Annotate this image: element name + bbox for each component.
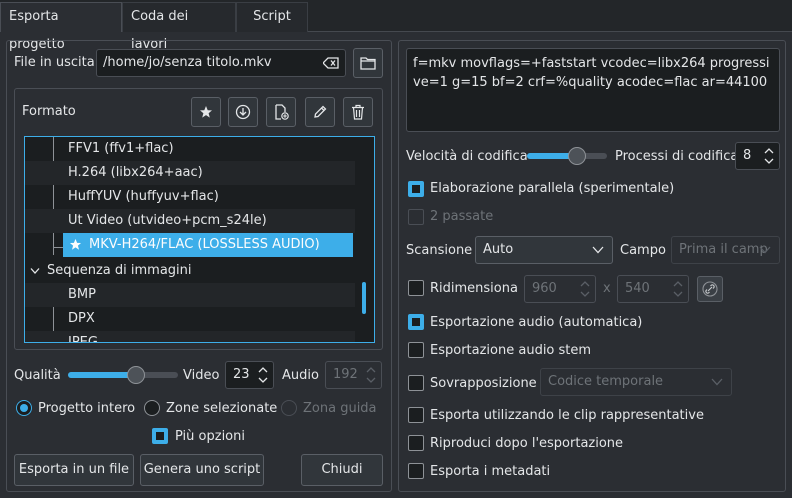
- pencil-icon: [314, 105, 327, 118]
- encoder-params-textarea[interactable]: f=mkv movflags=+faststart vcodec=libx264…: [406, 48, 780, 132]
- quality-slider-handle[interactable]: [127, 366, 145, 384]
- resize-width-spinbox[interactable]: 960: [524, 275, 596, 303]
- download-icon: [235, 104, 251, 120]
- chevron-down-icon: [759, 246, 771, 254]
- video-quality-label: Video: [183, 368, 220, 383]
- trash-icon: [352, 104, 364, 120]
- tree-item[interactable]: H.264 (libx264+aac): [25, 161, 355, 185]
- encoder-params-text: f=mkv movflags=+faststart vcodec=libx264…: [413, 56, 770, 90]
- audio-quality-label: Audio: [282, 368, 319, 383]
- quality-label: Qualità: [14, 368, 61, 383]
- audio-quality-spinbox[interactable]: 192: [325, 361, 382, 389]
- tree-scrollbar[interactable]: [362, 282, 366, 314]
- two-pass-checkbox[interactable]: [408, 209, 424, 225]
- export-metadata-label: Esporta i metadati: [430, 464, 551, 479]
- new-profile-button[interactable]: [266, 97, 296, 127]
- folder-icon: [360, 57, 376, 70]
- guide-zone-label: Zona guida: [303, 401, 377, 416]
- format-label: Formato: [22, 104, 76, 119]
- more-options-label: Più opzioni: [175, 429, 245, 444]
- play-after-label: Riproduci dopo l'esportazione: [430, 436, 624, 451]
- tree-item[interactable]: FFV1 (ffv1+flac): [25, 137, 355, 161]
- full-project-label: Progetto intero: [38, 401, 136, 416]
- encoding-speed-label: Velocità di codifica: [406, 149, 528, 164]
- tree-item[interactable]: HuffYUV (huffyuv+flac): [25, 185, 355, 209]
- star-icon: [200, 106, 212, 118]
- encoding-speed-handle[interactable]: [568, 147, 586, 165]
- audio-export-label: Esportazione audio (automatica): [430, 315, 643, 330]
- generate-script-button[interactable]: Genera uno script: [140, 454, 264, 486]
- selected-zones-radio[interactable]: [144, 400, 160, 416]
- field-combo[interactable]: Prima il camp: [671, 236, 780, 264]
- stem-export-label: Esportazione audio stem: [430, 343, 592, 358]
- favorite-star-icon: [69, 238, 82, 250]
- quality-slider[interactable]: [68, 366, 178, 384]
- resize-checkbox[interactable]: [408, 280, 424, 296]
- selected-zones-label: Zone selezionate: [166, 401, 278, 416]
- spin-arrows-icon: [366, 367, 376, 383]
- new-document-icon: [275, 104, 289, 120]
- tab-coda-dei-lavori[interactable]: Coda dei lavori: [122, 2, 236, 52]
- export-to-file-button[interactable]: Esporta in un file: [14, 454, 134, 486]
- chevron-down-icon: [30, 268, 40, 274]
- chevron-down-icon: [711, 378, 723, 386]
- scan-combo[interactable]: Auto: [475, 236, 613, 264]
- use-proxy-label: Esporta utilizzando le clip rappresentat…: [430, 408, 704, 423]
- encoding-speed-slider[interactable]: [527, 147, 607, 165]
- full-project-radio[interactable]: [16, 400, 32, 416]
- output-label: File in uscita: [14, 55, 95, 70]
- resize-height-spinbox[interactable]: 540: [617, 275, 689, 303]
- parallel-processing-label: Elaborazione parallela (sperimentale): [430, 181, 675, 196]
- link-icon: [702, 281, 718, 297]
- use-proxy-checkbox[interactable]: [408, 407, 424, 423]
- delete-profile-button[interactable]: [343, 97, 373, 127]
- spin-arrows-icon[interactable]: [257, 365, 269, 385]
- video-quality-spinbox[interactable]: 23: [225, 361, 274, 389]
- tree-item[interactable]: JPEG: [25, 331, 355, 342]
- overlay-checkbox[interactable]: [408, 375, 424, 391]
- export-metadata-checkbox[interactable]: [408, 463, 424, 479]
- audio-export-checkbox[interactable]: [408, 314, 424, 330]
- spin-arrows-icon: [673, 281, 683, 297]
- edit-profile-button[interactable]: [305, 97, 335, 127]
- overlay-combo[interactable]: Codice temporale: [540, 368, 732, 396]
- field-label: Campo: [620, 243, 666, 258]
- format-tree[interactable]: FFV1 (ffv1+flac) H.264 (libx264+aac) Huf…: [24, 136, 375, 343]
- clear-icon[interactable]: [323, 57, 339, 69]
- tree-item[interactable]: DPX: [25, 307, 355, 331]
- encoding-threads-spinbox[interactable]: 8: [735, 142, 780, 170]
- two-pass-label: 2 passate: [430, 209, 494, 224]
- tab-esporta-progetto[interactable]: Esporta progetto: [0, 2, 122, 52]
- tree-item[interactable]: BMP: [25, 283, 355, 307]
- output-file-input[interactable]: /home/jo/senza titolo.mkv: [96, 49, 346, 77]
- download-profile-button[interactable]: [228, 97, 258, 127]
- browse-folder-button[interactable]: [353, 48, 383, 78]
- output-file-value: /home/jo/senza titolo.mkv: [103, 55, 272, 70]
- tab-script[interactable]: Script: [236, 2, 308, 32]
- spin-arrows-icon[interactable]: [763, 146, 775, 166]
- tab-bar: Esporta progetto Coda dei lavori Script: [0, 0, 792, 52]
- stem-export-checkbox[interactable]: [408, 342, 424, 358]
- overlay-label: Sovrapposizione: [430, 376, 537, 391]
- favorite-button[interactable]: [191, 97, 221, 127]
- resize-x-label: x: [603, 281, 611, 296]
- guide-zone-radio[interactable]: [281, 400, 297, 416]
- link-ratio-button[interactable]: [697, 276, 723, 302]
- close-button[interactable]: Chiudi: [301, 454, 383, 486]
- parallel-processing-checkbox[interactable]: [408, 181, 424, 197]
- more-options-checkbox[interactable]: [152, 428, 168, 444]
- chevron-down-icon: [592, 246, 604, 254]
- tree-category[interactable]: Sequenza di immagini: [25, 259, 355, 283]
- spin-arrows-icon: [580, 281, 590, 297]
- tree-item-selected[interactable]: MKV-H264/FLAC (LOSSLESS AUDIO): [63, 233, 353, 257]
- tree-item[interactable]: Ut Video (utvideo+pcm_s24le): [25, 209, 355, 233]
- resize-label: Ridimensiona: [430, 281, 518, 296]
- play-after-checkbox[interactable]: [408, 435, 424, 451]
- encoding-threads-label: Processi di codifica: [615, 149, 739, 164]
- scan-label: Scansione: [406, 243, 473, 258]
